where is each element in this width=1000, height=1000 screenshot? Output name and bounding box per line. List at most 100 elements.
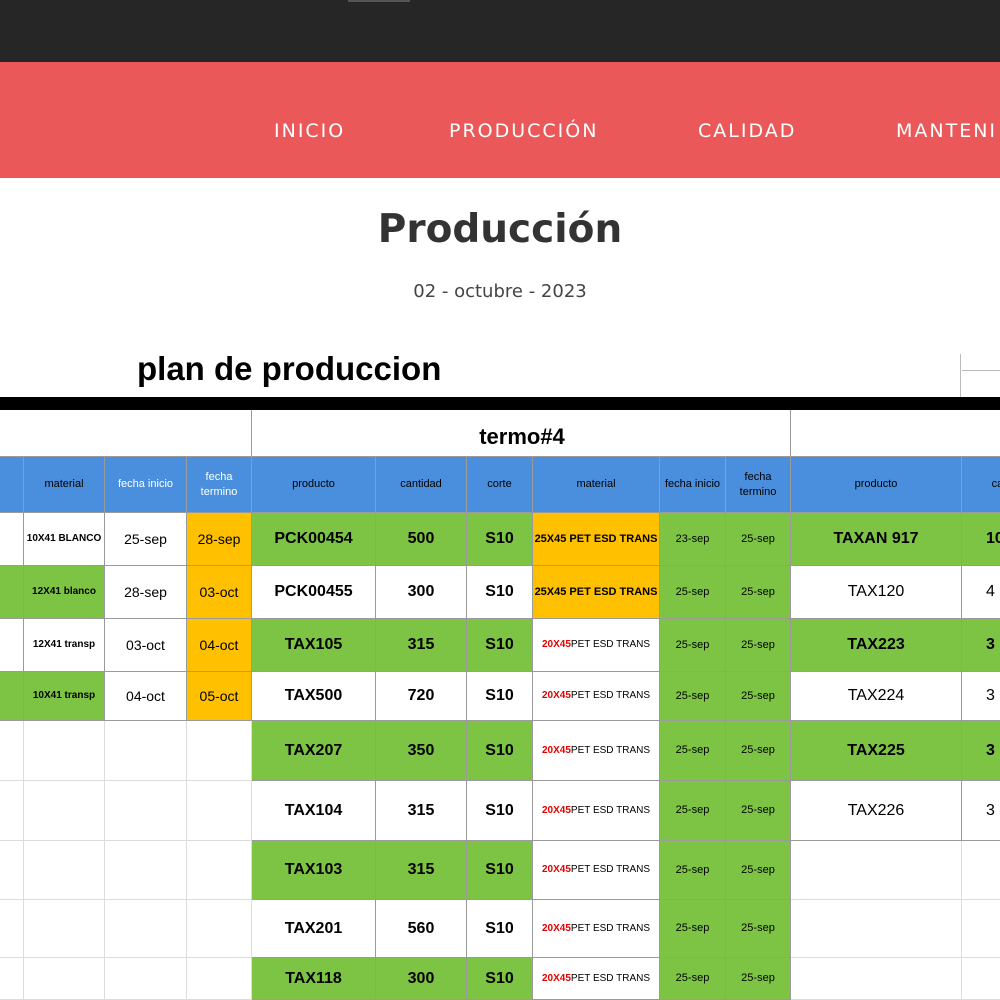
termo4-row-corte: S10 <box>467 900 533 958</box>
header-right-cantidad: can <box>962 457 1000 513</box>
right-row-cantidad: 3 <box>962 721 1000 781</box>
termo4-row-producto: PCK00455 <box>252 566 376 619</box>
termo4-row-fecha-termino: 25-sep <box>726 781 791 841</box>
left-row-fecha-termino: 03-oct <box>187 566 252 619</box>
right-row-cantidad: 3 <box>962 672 1000 721</box>
empty-cell <box>187 781 252 841</box>
left-row-material: 12X41 transp <box>24 619 105 672</box>
termo4-row-material: 25X45 PET ESD TRANS <box>533 566 660 619</box>
header-left-material: material <box>24 457 105 513</box>
termo4-row-cantidad: 315 <box>376 619 467 672</box>
left-row-stub <box>0 566 24 619</box>
header-termo4-cantidad: cantidad <box>376 457 467 513</box>
empty-cell <box>24 958 105 1000</box>
left-row-stub <box>0 513 24 566</box>
left-row-material: 12X41 blanco <box>24 566 105 619</box>
termo4-row-material: 20X45 PET ESD TRANS <box>533 841 660 900</box>
header-termo4-producto: producto <box>252 457 376 513</box>
termo4-row-fecha-inicio: 25-sep <box>660 841 726 900</box>
termo4-row-fecha-inicio: 25-sep <box>660 566 726 619</box>
termo4-row-fecha-termino: 25-sep <box>726 566 791 619</box>
termo4-row-corte: S10 <box>467 619 533 672</box>
empty-cell <box>962 900 1000 958</box>
left-row-fecha-inicio: 03-oct <box>105 619 187 672</box>
termo4-row-cantidad: 500 <box>376 513 467 566</box>
nav-item-mantenimiento[interactable]: MANTENI <box>896 120 997 142</box>
right-row-cantidad: 4 <box>962 566 1000 619</box>
main-navigation: INICIO PRODUCCIÓN CALIDAD MANTENI <box>0 62 1000 178</box>
group-title-termo4: termo#4 <box>479 424 565 449</box>
termo4-row-material: 20X45 PET ESD TRANS <box>533 900 660 958</box>
empty-cell <box>24 721 105 781</box>
empty-cell <box>0 781 24 841</box>
header-termo4-fecha-termino: fecha termino <box>726 457 791 513</box>
empty-cell <box>791 841 962 900</box>
header-left-fecha-termino: fecha termino <box>187 457 252 513</box>
right-row-producto: TAX226 <box>791 781 962 841</box>
group-header-left <box>0 410 252 457</box>
header-termo4-corte: corte <box>467 457 533 513</box>
nav-item-produccion[interactable]: PRODUCCIÓN <box>449 120 598 142</box>
termo4-row-corte: S10 <box>467 566 533 619</box>
termo4-row-producto: TAX104 <box>252 781 376 841</box>
group-header-right <box>791 410 1000 457</box>
termo4-row-corte: S10 <box>467 513 533 566</box>
termo4-row-corte: S10 <box>467 721 533 781</box>
left-row-fecha-termino: 04-oct <box>187 619 252 672</box>
right-row-producto: TAXAN 917 <box>791 513 962 566</box>
termo4-row-cantidad: 350 <box>376 721 467 781</box>
left-row-fecha-inicio: 04-oct <box>105 672 187 721</box>
termo4-row-fecha-termino: 25-sep <box>726 513 791 566</box>
termo4-row-material: 20X45 PET ESD TRANS <box>533 781 660 841</box>
termo4-row-corte: S10 <box>467 672 533 721</box>
termo4-row-cantidad: 720 <box>376 672 467 721</box>
termo4-row-producto: PCK00454 <box>252 513 376 566</box>
plan-title: plan de produccion <box>137 350 442 387</box>
empty-cell <box>24 841 105 900</box>
empty-cell <box>187 958 252 1000</box>
title-underline <box>0 397 1000 410</box>
left-row-material: 10X41 transp <box>24 672 105 721</box>
left-row-stub <box>0 672 24 721</box>
termo4-row-producto: TAX118 <box>252 958 376 1000</box>
nav-item-calidad[interactable]: CALIDAD <box>698 120 796 142</box>
termo4-row-producto: TAX500 <box>252 672 376 721</box>
left-row-fecha-inicio: 28-sep <box>105 566 187 619</box>
termo4-row-corte: S10 <box>467 958 533 1000</box>
top-bar-tab-indicator <box>348 0 410 2</box>
termo4-row-material: 20X45 PET ESD TRANS <box>533 672 660 721</box>
left-row-fecha-inicio: 25-sep <box>105 513 187 566</box>
browser-top-bar <box>0 0 1000 62</box>
termo4-row-fecha-inicio: 25-sep <box>660 781 726 841</box>
empty-cell <box>105 841 187 900</box>
empty-cell <box>0 721 24 781</box>
termo4-row-fecha-termino: 25-sep <box>726 619 791 672</box>
empty-cell <box>791 958 962 1000</box>
right-row-cantidad: 3 <box>962 781 1000 841</box>
empty-cell <box>105 781 187 841</box>
termo4-row-fecha-inicio: 25-sep <box>660 672 726 721</box>
header-termo4-fecha-inicio: fecha inicio <box>660 457 726 513</box>
empty-cell <box>24 900 105 958</box>
termo4-row-fecha-termino: 25-sep <box>726 900 791 958</box>
page-date: 02 - octubre - 2023 <box>413 281 587 302</box>
right-row-producto: TAX225 <box>791 721 962 781</box>
termo4-row-material: 20X45 PET ESD TRANS <box>533 721 660 781</box>
nav-item-inicio[interactable]: INICIO <box>274 120 345 142</box>
page-title: Producción <box>377 207 623 252</box>
left-row-fecha-termino: 28-sep <box>187 513 252 566</box>
empty-cell <box>187 900 252 958</box>
termo4-row-producto: TAX207 <box>252 721 376 781</box>
header-termo4-material: material <box>533 457 660 513</box>
right-row-producto: TAX120 <box>791 566 962 619</box>
empty-cell <box>962 841 1000 900</box>
sheet-divider-h <box>962 370 1000 371</box>
left-row-stub <box>0 619 24 672</box>
termo4-row-material: 25X45 PET ESD TRANS <box>533 513 660 566</box>
empty-cell <box>187 721 252 781</box>
termo4-row-fecha-termino: 25-sep <box>726 721 791 781</box>
left-row-material: 10X41 BLANCO <box>24 513 105 566</box>
termo4-row-cantidad: 300 <box>376 566 467 619</box>
termo4-row-fecha-inicio: 25-sep <box>660 619 726 672</box>
empty-cell <box>24 781 105 841</box>
